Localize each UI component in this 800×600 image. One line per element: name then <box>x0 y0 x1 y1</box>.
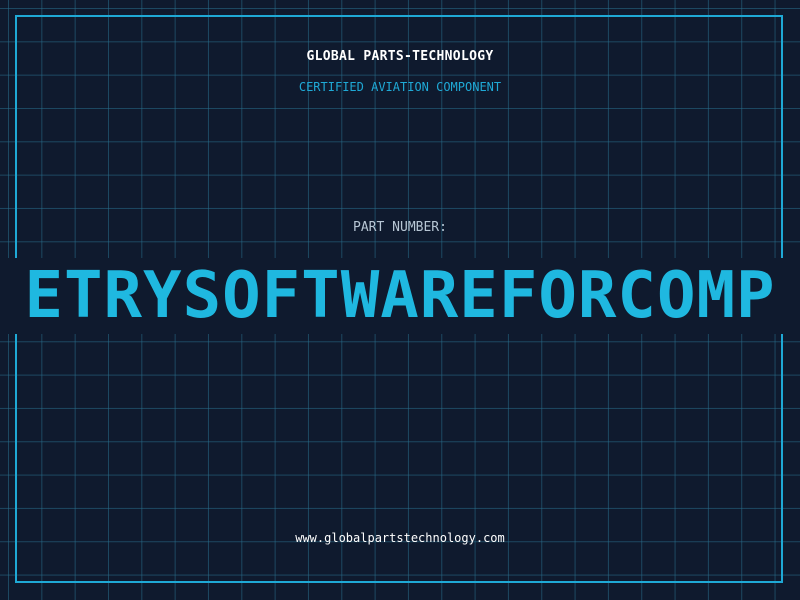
company-name: GLOBAL PARTS-TECHNOLOGY <box>306 49 494 64</box>
part-number-value: ETRYSOFTWAREFORCOMP <box>24 259 776 333</box>
website-url: www.globalpartstechnology.com <box>295 531 505 545</box>
certificate-page: GLOBAL PARTS-TECHNOLOGY CERTIFIED AVIATI… <box>0 0 800 600</box>
certification-subtitle: CERTIFIED AVIATION COMPONENT <box>298 80 502 94</box>
part-number-band: ETRYSOFTWAREFORCOMP <box>0 258 800 334</box>
part-number-label: PART NUMBER: <box>353 220 447 235</box>
